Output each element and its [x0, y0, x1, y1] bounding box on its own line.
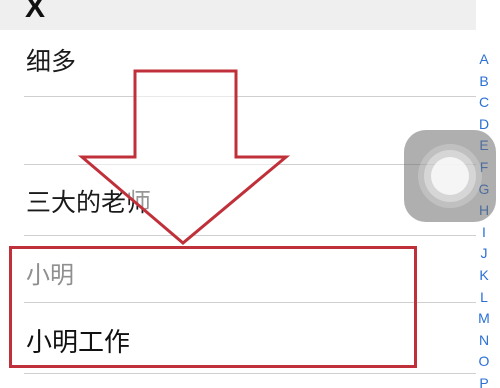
index-letter[interactable]: A — [479, 49, 488, 71]
section-header-x: X — [0, 0, 476, 30]
index-letter[interactable]: O — [479, 351, 490, 373]
contact-name: 三大的老师 — [26, 188, 152, 217]
row-divider — [24, 373, 476, 374]
index-letter[interactable]: I — [482, 222, 486, 244]
index-letter[interactable]: L — [480, 287, 488, 309]
index-letter[interactable]: J — [481, 243, 488, 265]
contacts-screen: X 细多 三大的老师 小明 小明工作 A B C D E F G H I J K — [0, 0, 500, 388]
highlight-box — [9, 246, 417, 368]
contact-name: 细多 — [26, 47, 77, 76]
section-letter: X — [25, 0, 46, 24]
index-letter[interactable]: M — [478, 308, 490, 330]
assistive-touch-icon[interactable] — [404, 130, 496, 222]
index-letter[interactable]: N — [479, 330, 489, 352]
index-letter[interactable]: B — [479, 71, 488, 93]
index-letter[interactable]: C — [479, 92, 489, 114]
index-letter[interactable]: P — [479, 373, 488, 388]
assistive-touch-inner-ring — [431, 157, 469, 195]
contact-row[interactable]: 细多 — [0, 30, 476, 96]
index-letter[interactable]: K — [479, 265, 488, 287]
